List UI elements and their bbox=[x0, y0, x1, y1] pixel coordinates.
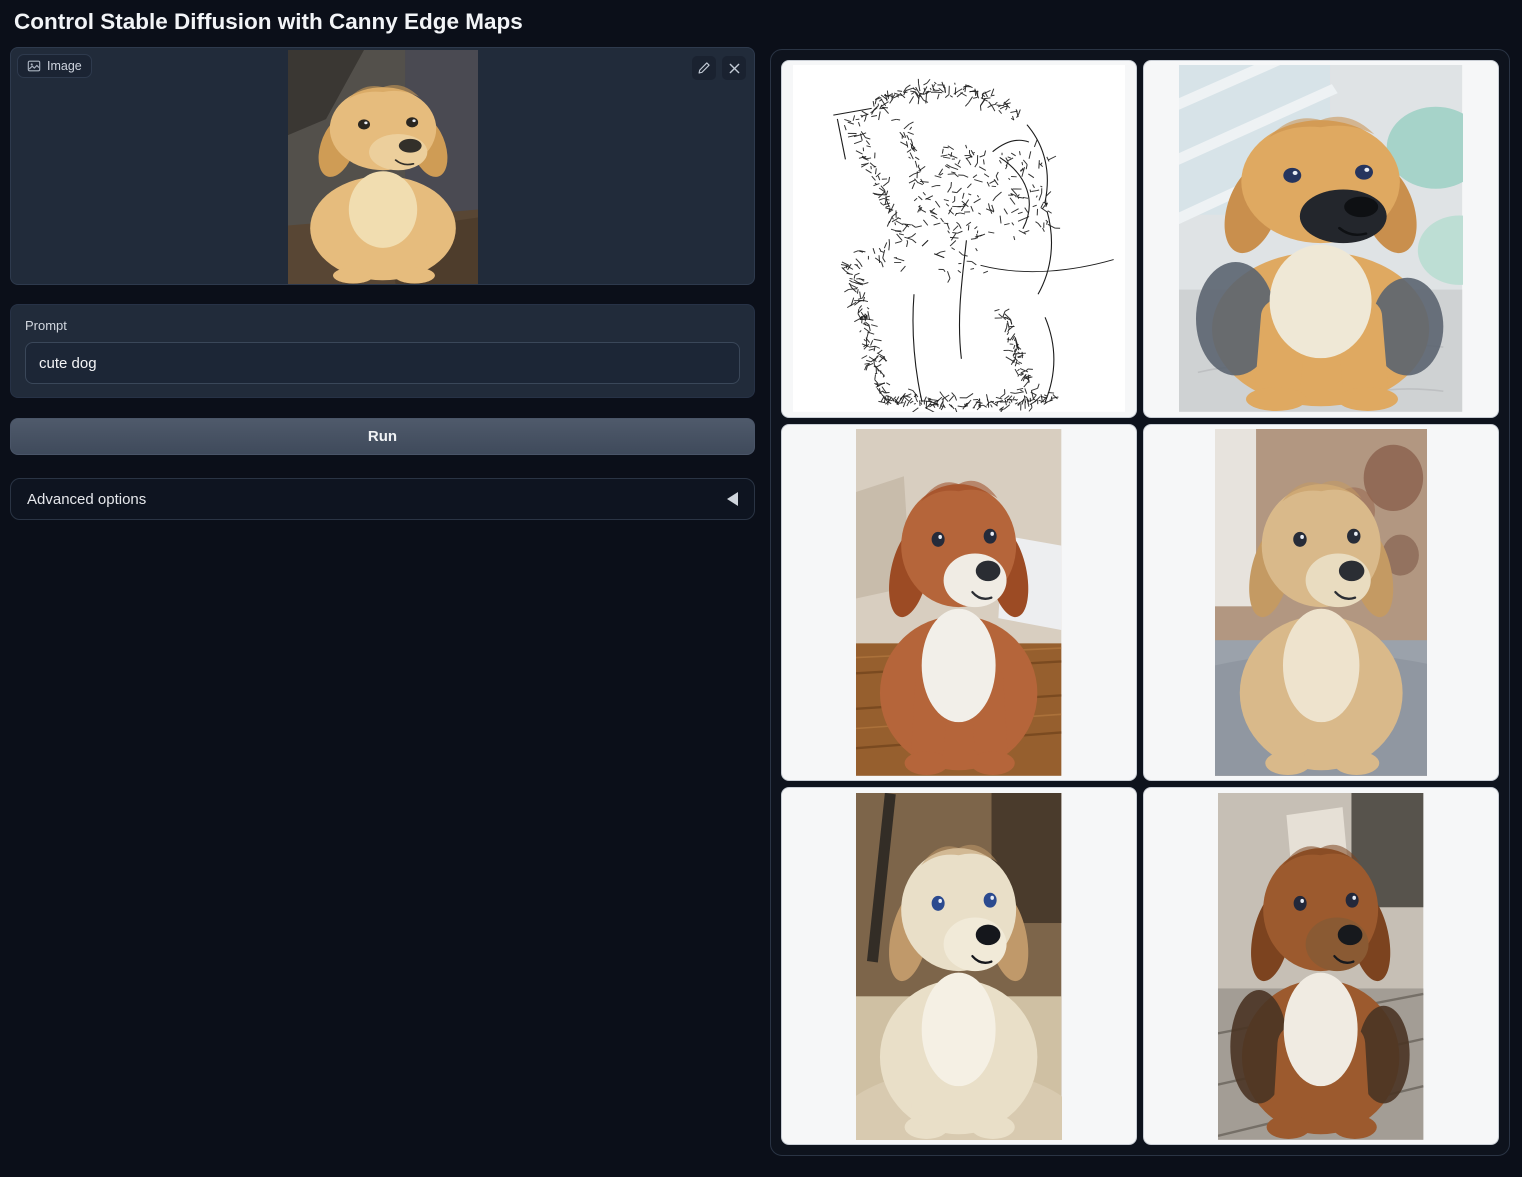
canny-edge-image bbox=[793, 65, 1126, 412]
uploaded-dog-photo bbox=[288, 50, 478, 284]
left-triangle-icon bbox=[727, 492, 738, 506]
picture-icon bbox=[27, 59, 41, 73]
gallery-item-generated-dog-5[interactable] bbox=[1143, 787, 1499, 1145]
right-column bbox=[770, 47, 1510, 1156]
run-button[interactable]: Run bbox=[10, 418, 755, 455]
image-input-dropzone[interactable]: Image bbox=[10, 47, 755, 285]
gallery-item-generated-dog-2[interactable] bbox=[781, 424, 1137, 782]
generated-dog-image-2 bbox=[856, 429, 1061, 776]
gallery-item-generated-dog-4[interactable] bbox=[781, 787, 1137, 1145]
x-icon bbox=[728, 62, 741, 75]
generated-dog-image-5 bbox=[1218, 793, 1423, 1140]
clear-image-button[interactable] bbox=[722, 56, 746, 80]
generated-dog-image-1 bbox=[1179, 65, 1462, 412]
output-gallery bbox=[770, 49, 1510, 1156]
prompt-label: Prompt bbox=[25, 318, 740, 333]
generated-dog-image-3 bbox=[1215, 429, 1427, 776]
image-label-badge: Image bbox=[17, 54, 92, 78]
left-column: Image bbox=[10, 47, 755, 520]
main-layout: Image bbox=[0, 47, 1522, 1156]
image-actions bbox=[692, 56, 746, 80]
gallery-item-generated-dog-1[interactable] bbox=[1143, 60, 1499, 418]
gallery-item-canny-edge-map[interactable] bbox=[781, 60, 1137, 418]
generated-dog-image-4 bbox=[856, 793, 1061, 1140]
advanced-options-label: Advanced options bbox=[27, 491, 146, 508]
prompt-input[interactable] bbox=[25, 342, 740, 384]
image-label: Image bbox=[47, 59, 82, 73]
prompt-block: Prompt bbox=[10, 304, 755, 398]
pencil-icon bbox=[697, 61, 711, 75]
edit-image-button[interactable] bbox=[692, 56, 716, 80]
advanced-options-accordion[interactable]: Advanced options bbox=[10, 478, 755, 520]
page-title: Control Stable Diffusion with Canny Edge… bbox=[0, 0, 1522, 47]
gallery-item-generated-dog-3[interactable] bbox=[1143, 424, 1499, 782]
